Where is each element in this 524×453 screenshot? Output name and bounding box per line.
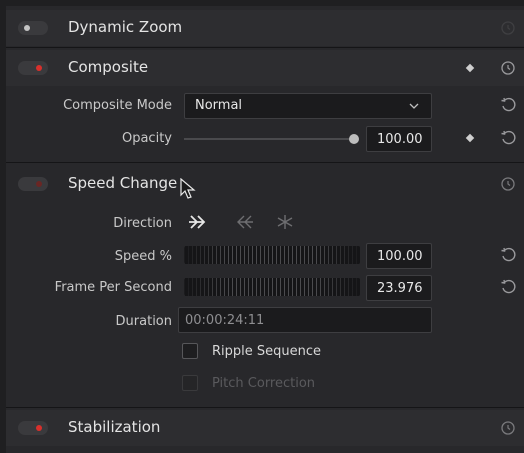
dynamic-zoom-toggle[interactable] — [18, 21, 48, 35]
dynamic-zoom-title: Dynamic Zoom — [68, 18, 183, 36]
reverse-direction-icon[interactable] — [232, 213, 254, 231]
chevron-down-icon — [409, 103, 419, 109]
speed-percent-field[interactable]: 100.00 — [366, 243, 432, 269]
speed-change-toggle[interactable] — [18, 177, 48, 191]
toggle-dot-off — [24, 25, 30, 31]
reset-keyframes-icon[interactable] — [500, 20, 516, 36]
duration-value: 00:00:24:11 — [185, 313, 265, 328]
opacity-field[interactable]: 100.00 — [366, 126, 432, 152]
stabilization-header[interactable]: Stabilization — [6, 410, 524, 446]
composite-toggle[interactable] — [18, 61, 48, 75]
composite-mode-dropdown[interactable]: Normal — [184, 93, 432, 119]
opacity-slider[interactable] — [184, 138, 354, 140]
reset-keyframes-icon[interactable] — [500, 176, 516, 192]
speed-jog-control[interactable] — [184, 246, 360, 264]
composite-title: Composite — [68, 58, 149, 76]
composite-mode-value: Normal — [195, 98, 243, 113]
keyframe-diamond-icon[interactable] — [465, 133, 475, 143]
fps-label: Frame Per Second — [54, 280, 172, 295]
fps-field[interactable]: 23.976 — [366, 275, 432, 301]
opacity-slider-handle[interactable] — [349, 134, 359, 144]
ripple-sequence-checkbox[interactable] — [182, 343, 198, 359]
forward-direction-icon[interactable] — [188, 213, 210, 231]
speed-percent-label: Speed % — [114, 249, 172, 264]
toggle-dot-on — [36, 65, 42, 71]
direction-label: Direction — [113, 216, 172, 231]
speed-percent-value: 100.00 — [377, 249, 423, 264]
mouse-cursor-icon — [180, 178, 196, 199]
stabilization-toggle[interactable] — [18, 421, 48, 435]
opacity-label: Opacity — [121, 131, 172, 146]
speed-change-title: Speed Change — [68, 174, 178, 192]
toggle-dot-on — [36, 425, 42, 431]
reset-icon[interactable] — [500, 97, 516, 113]
reset-icon[interactable] — [500, 279, 516, 295]
reset-icon[interactable] — [500, 130, 516, 146]
freeze-frame-icon[interactable] — [274, 213, 296, 231]
pitch-correction-label: Pitch Correction — [212, 376, 316, 391]
duration-field[interactable]: 00:00:24:11 — [178, 307, 432, 333]
fps-jog-control[interactable] — [184, 278, 360, 296]
ripple-sequence-label: Ripple Sequence — [212, 344, 322, 359]
divider — [6, 162, 524, 163]
stabilization-title: Stabilization — [68, 418, 161, 436]
reset-keyframes-icon[interactable] — [500, 420, 516, 436]
opacity-value: 100.00 — [377, 132, 423, 147]
divider — [6, 47, 524, 48]
composite-mode-label: Composite Mode — [63, 98, 172, 113]
dynamic-zoom-header[interactable]: Dynamic Zoom — [6, 10, 524, 46]
pitch-correction-checkbox[interactable] — [182, 375, 198, 391]
divider — [6, 407, 524, 408]
speed-change-header[interactable]: Speed Change — [6, 166, 524, 202]
toggle-dot-dim — [36, 181, 42, 187]
keyframe-diamond-icon[interactable] — [465, 63, 475, 73]
reset-keyframes-icon[interactable] — [500, 60, 516, 76]
reset-icon[interactable] — [500, 247, 516, 263]
fps-value: 23.976 — [377, 281, 423, 296]
inspector-panel: Dynamic Zoom Composite Composite Mode No… — [6, 6, 524, 453]
composite-header[interactable]: Composite — [6, 50, 524, 86]
duration-label: Duration — [115, 314, 172, 329]
